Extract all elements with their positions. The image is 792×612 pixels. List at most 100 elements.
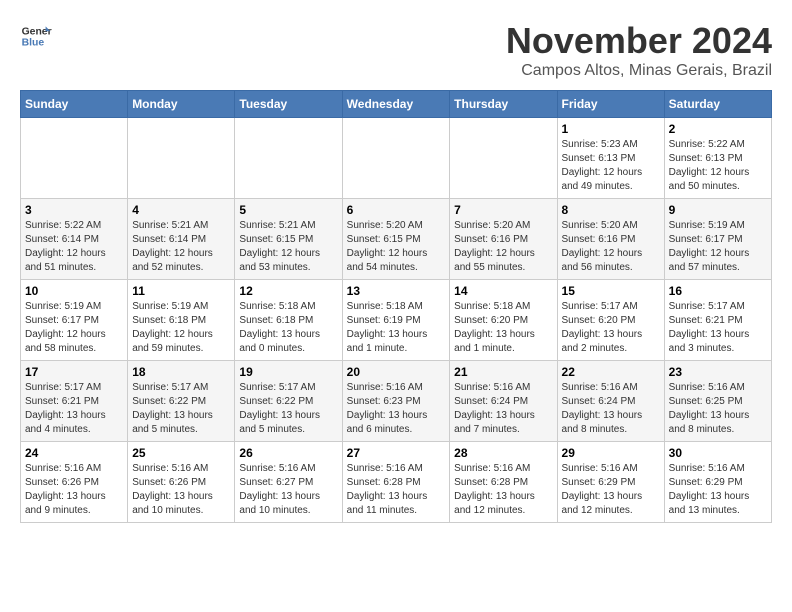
calendar-day-cell: 28 Sunrise: 5:16 AM Sunset: 6:28 PM Dayli…	[450, 442, 557, 523]
day-number: 22	[562, 365, 660, 379]
day-info: Sunrise: 5:19 AM Sunset: 6:18 PM Dayligh…	[132, 300, 230, 356]
day-info: Sunrise: 5:17 AM Sunset: 6:22 PM Dayligh…	[132, 381, 230, 437]
day-number: 29	[562, 446, 660, 460]
day-number: 30	[669, 446, 767, 460]
calendar-day-cell: 29 Sunrise: 5:16 AM Sunset: 6:29 PM Dayli…	[557, 442, 664, 523]
calendar-day-cell	[450, 118, 557, 199]
day-number: 14	[454, 284, 552, 298]
day-info: Sunrise: 5:16 AM Sunset: 6:24 PM Dayligh…	[454, 381, 552, 437]
calendar-day-cell: 4 Sunrise: 5:21 AM Sunset: 6:14 PM Daylig…	[128, 199, 235, 280]
calendar-day-cell: 6 Sunrise: 5:20 AM Sunset: 6:15 PM Daylig…	[342, 199, 450, 280]
calendar-day-cell: 16 Sunrise: 5:17 AM Sunset: 6:21 PM Dayli…	[664, 280, 771, 361]
calendar-day-cell: 7Sunrise: 5:20 AM Sunset: 6:16 PM Daylig…	[450, 199, 557, 280]
month-year-title: November 2024	[506, 20, 772, 62]
day-number: 20	[347, 365, 446, 379]
calendar-day-cell: 5Sunrise: 5:21 AM Sunset: 6:15 PM Daylig…	[235, 199, 342, 280]
calendar-day-cell: 19 Sunrise: 5:17 AM Sunset: 6:22 PM Dayli…	[235, 361, 342, 442]
calendar-day-cell: 25 Sunrise: 5:16 AM Sunset: 6:26 PM Dayli…	[128, 442, 235, 523]
day-info: Sunrise: 5:16 AM Sunset: 6:29 PM Dayligh…	[669, 462, 767, 518]
day-number: 10	[25, 284, 123, 298]
day-info: Sunrise: 5:17 AM Sunset: 6:20 PM Dayligh…	[562, 300, 660, 356]
day-info: Sunrise: 5:16 AM Sunset: 6:26 PM Dayligh…	[25, 462, 123, 518]
calendar-header-wednesday: Wednesday	[342, 91, 450, 118]
day-number: 17	[25, 365, 123, 379]
day-info: Sunrise: 5:16 AM Sunset: 6:26 PM Dayligh…	[132, 462, 230, 518]
calendar-day-cell: 12 Sunrise: 5:18 AM Sunset: 6:18 PM Dayli…	[235, 280, 342, 361]
calendar-day-cell: 18 Sunrise: 5:17 AM Sunset: 6:22 PM Dayli…	[128, 361, 235, 442]
svg-text:General: General	[22, 26, 52, 37]
calendar-day-cell: 8 Sunrise: 5:20 AM Sunset: 6:16 PM Daylig…	[557, 199, 664, 280]
calendar-day-cell	[342, 118, 450, 199]
day-number: 25	[132, 446, 230, 460]
day-number: 7	[454, 203, 552, 217]
calendar-day-cell: 23 Sunrise: 5:16 AM Sunset: 6:25 PM Dayli…	[664, 361, 771, 442]
calendar-day-cell	[235, 118, 342, 199]
calendar-day-cell: 27Sunrise: 5:16 AM Sunset: 6:28 PM Dayli…	[342, 442, 450, 523]
calendar-day-cell: 15 Sunrise: 5:17 AM Sunset: 6:20 PM Dayli…	[557, 280, 664, 361]
day-info: Sunrise: 5:21 AM Sunset: 6:14 PM Dayligh…	[132, 219, 230, 275]
calendar-day-cell: 20 Sunrise: 5:16 AM Sunset: 6:23 PM Dayli…	[342, 361, 450, 442]
day-info: Sunrise: 5:16 AM Sunset: 6:28 PM Dayligh…	[454, 462, 552, 518]
calendar-day-cell: 2Sunrise: 5:22 AM Sunset: 6:13 PM Daylig…	[664, 118, 771, 199]
day-info: Sunrise: 5:16 AM Sunset: 6:29 PM Dayligh…	[562, 462, 660, 518]
calendar-day-cell: 21 Sunrise: 5:16 AM Sunset: 6:24 PM Dayli…	[450, 361, 557, 442]
day-info: Sunrise: 5:20 AM Sunset: 6:15 PM Dayligh…	[347, 219, 446, 275]
title-section: November 2024 Campos Altos, Minas Gerais…	[506, 20, 772, 80]
day-number: 3	[25, 203, 123, 217]
logo: General Blue	[20, 20, 52, 52]
day-number: 28	[454, 446, 552, 460]
calendar-week-row: 10 Sunrise: 5:19 AM Sunset: 6:17 PM Dayli…	[21, 280, 772, 361]
day-info: Sunrise: 5:18 AM Sunset: 6:18 PM Dayligh…	[239, 300, 337, 356]
day-number: 18	[132, 365, 230, 379]
calendar-day-cell: 24 Sunrise: 5:16 AM Sunset: 6:26 PM Dayli…	[21, 442, 128, 523]
svg-text:Blue: Blue	[22, 38, 45, 49]
day-number: 26	[239, 446, 337, 460]
calendar-week-row: 3 Sunrise: 5:22 AM Sunset: 6:14 PM Daylig…	[21, 199, 772, 280]
calendar-day-cell: 1 Sunrise: 5:23 AM Sunset: 6:13 PM Daylig…	[557, 118, 664, 199]
day-number: 21	[454, 365, 552, 379]
day-info: Sunrise: 5:16 AM Sunset: 6:23 PM Dayligh…	[347, 381, 446, 437]
day-number: 24	[25, 446, 123, 460]
calendar-day-cell: 17Sunrise: 5:17 AM Sunset: 6:21 PM Dayli…	[21, 361, 128, 442]
day-info: Sunrise: 5:19 AM Sunset: 6:17 PM Dayligh…	[25, 300, 123, 356]
day-info: Sunrise: 5:16 AM Sunset: 6:24 PM Dayligh…	[562, 381, 660, 437]
calendar-table: SundayMondayTuesdayWednesdayThursdayFrid…	[20, 90, 772, 523]
calendar-day-cell: 30 Sunrise: 5:16 AM Sunset: 6:29 PM Dayli…	[664, 442, 771, 523]
day-info: Sunrise: 5:16 AM Sunset: 6:25 PM Dayligh…	[669, 381, 767, 437]
day-info: Sunrise: 5:19 AM Sunset: 6:17 PM Dayligh…	[669, 219, 767, 275]
calendar-day-cell: 26 Sunrise: 5:16 AM Sunset: 6:27 PM Dayli…	[235, 442, 342, 523]
day-number: 4	[132, 203, 230, 217]
day-info: Sunrise: 5:23 AM Sunset: 6:13 PM Dayligh…	[562, 138, 660, 194]
day-info: Sunrise: 5:22 AM Sunset: 6:14 PM Dayligh…	[25, 219, 123, 275]
day-number: 13	[347, 284, 446, 298]
day-number: 6	[347, 203, 446, 217]
day-number: 1	[562, 122, 660, 136]
calendar-header-row: SundayMondayTuesdayWednesdayThursdayFrid…	[21, 91, 772, 118]
day-number: 15	[562, 284, 660, 298]
calendar-day-cell: 11 Sunrise: 5:19 AM Sunset: 6:18 PM Dayli…	[128, 280, 235, 361]
calendar-day-cell: 22 Sunrise: 5:16 AM Sunset: 6:24 PM Dayli…	[557, 361, 664, 442]
day-info: Sunrise: 5:16 AM Sunset: 6:27 PM Dayligh…	[239, 462, 337, 518]
day-info: Sunrise: 5:17 AM Sunset: 6:21 PM Dayligh…	[669, 300, 767, 356]
calendar-week-row: 1 Sunrise: 5:23 AM Sunset: 6:13 PM Daylig…	[21, 118, 772, 199]
day-number: 11	[132, 284, 230, 298]
calendar-day-cell: 3 Sunrise: 5:22 AM Sunset: 6:14 PM Daylig…	[21, 199, 128, 280]
day-number: 23	[669, 365, 767, 379]
day-number: 9	[669, 203, 767, 217]
day-number: 12	[239, 284, 337, 298]
calendar-week-row: 24 Sunrise: 5:16 AM Sunset: 6:26 PM Dayli…	[21, 442, 772, 523]
day-info: Sunrise: 5:18 AM Sunset: 6:20 PM Dayligh…	[454, 300, 552, 356]
day-number: 2	[669, 122, 767, 136]
calendar-header-monday: Monday	[128, 91, 235, 118]
calendar-day-cell	[128, 118, 235, 199]
page-header: General Blue November 2024 Campos Altos,…	[20, 20, 772, 80]
calendar-header-tuesday: Tuesday	[235, 91, 342, 118]
day-info: Sunrise: 5:17 AM Sunset: 6:22 PM Dayligh…	[239, 381, 337, 437]
calendar-day-cell: 13Sunrise: 5:18 AM Sunset: 6:19 PM Dayli…	[342, 280, 450, 361]
day-info: Sunrise: 5:20 AM Sunset: 6:16 PM Dayligh…	[562, 219, 660, 275]
calendar-day-cell: 10 Sunrise: 5:19 AM Sunset: 6:17 PM Dayli…	[21, 280, 128, 361]
day-number: 16	[669, 284, 767, 298]
day-number: 8	[562, 203, 660, 217]
calendar-week-row: 17Sunrise: 5:17 AM Sunset: 6:21 PM Dayli…	[21, 361, 772, 442]
day-number: 19	[239, 365, 337, 379]
